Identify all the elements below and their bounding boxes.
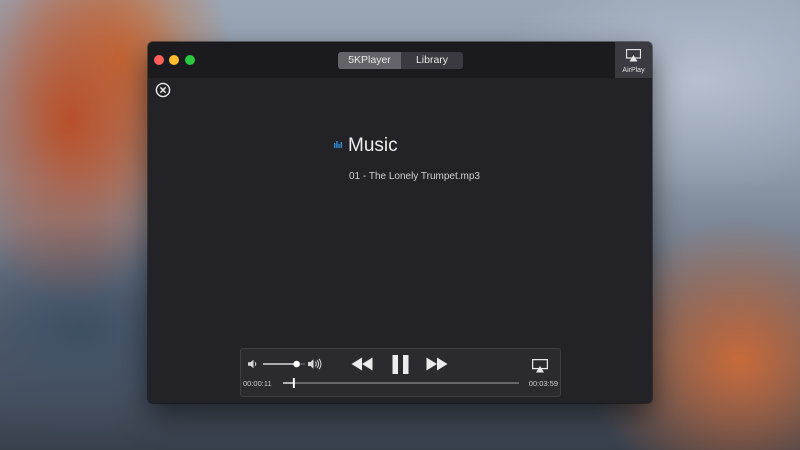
- tab-library[interactable]: Library: [401, 52, 463, 69]
- zoom-window-button[interactable]: [185, 55, 195, 65]
- close-window-button[interactable]: [154, 55, 164, 65]
- airplay-button[interactable]: AirPlay: [615, 42, 652, 78]
- rewind-icon: [351, 357, 373, 371]
- close-playlist-button[interactable]: [155, 82, 171, 98]
- airplay-icon: [532, 359, 548, 373]
- track-item[interactable]: 01 - The Lonely Trumpet.mp3: [349, 171, 480, 182]
- fast-forward-button[interactable]: [426, 357, 448, 371]
- total-duration: 00:03:59: [528, 379, 558, 388]
- pause-icon: [392, 355, 409, 374]
- fast-forward-icon: [426, 357, 448, 371]
- airplay-label: AirPlay: [622, 67, 645, 74]
- elapsed-time: 00:00:11: [243, 379, 272, 388]
- player-window: 5KPlayer Library AirPlay Music 01 - The …: [148, 42, 652, 403]
- minimize-window-button[interactable]: [169, 55, 179, 65]
- speaker-low-icon[interactable]: [248, 359, 258, 369]
- title-bar[interactable]: 5KPlayer Library AirPlay: [148, 42, 652, 78]
- rewind-button[interactable]: [351, 357, 373, 371]
- seek-bar[interactable]: [281, 377, 521, 389]
- airplay-output-button[interactable]: [532, 359, 548, 373]
- tab-5kplayer[interactable]: 5KPlayer: [338, 52, 401, 69]
- speaker-high-icon[interactable]: [308, 358, 322, 370]
- pause-button[interactable]: [392, 355, 409, 374]
- close-circle-icon: [155, 82, 171, 98]
- section-title: Music: [348, 135, 398, 156]
- airplay-icon: [626, 49, 641, 62]
- playback-controls: 00:00:11 00:03:59: [240, 348, 561, 397]
- volume-slider[interactable]: [261, 359, 307, 369]
- equalizer-icon: [334, 141, 342, 148]
